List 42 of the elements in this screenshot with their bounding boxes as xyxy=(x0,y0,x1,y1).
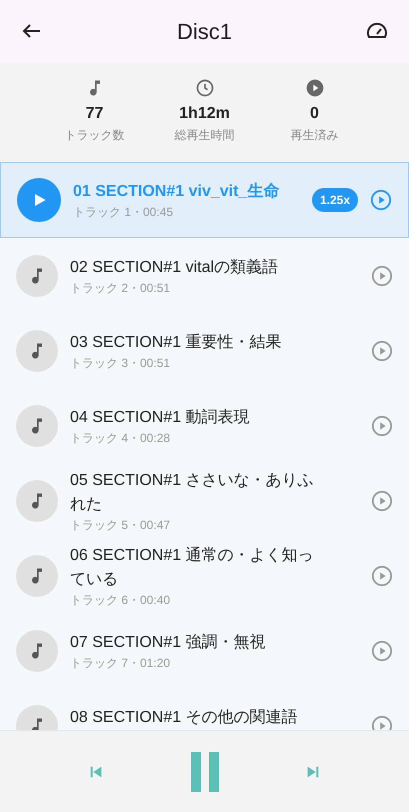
play-icon[interactable] xyxy=(371,564,393,586)
page-title: Disc1 xyxy=(176,18,232,46)
play-icon[interactable] xyxy=(371,490,393,512)
play-icon[interactable] xyxy=(371,414,393,436)
stat-value: 0 xyxy=(310,104,319,124)
play-icon[interactable] xyxy=(370,189,392,211)
play-icon[interactable] xyxy=(371,340,393,362)
stat-value: 1h12m xyxy=(179,104,230,124)
track-subtitle: トラック 3・00:51 xyxy=(70,354,172,370)
skip-next-icon xyxy=(305,764,321,780)
track-title: 06 SECTION#1 通常の・よく知っている xyxy=(70,546,315,590)
play-icon[interactable] xyxy=(371,714,393,730)
clock-icon xyxy=(194,78,214,98)
track-title: 08 SECTION#1 その他の関連語 xyxy=(70,708,299,728)
track-title: 07 SECTION#1 強調・無視 xyxy=(70,632,267,652)
play-icon[interactable] xyxy=(371,264,393,286)
track-row[interactable]: 06 SECTION#1 通常の・よく知っている トラック 6・00:40 xyxy=(0,538,409,613)
track-row[interactable]: 04 SECTION#1 動詞表現 トラック 4・00:28 xyxy=(0,388,409,463)
speed-badge: 1.25x xyxy=(312,188,358,212)
play-icon xyxy=(304,78,324,98)
stat-label: 総再生時間 xyxy=(174,127,234,144)
track-title: 04 SECTION#1 動詞表現 xyxy=(70,408,251,428)
track-subtitle: トラック 4・00:28 xyxy=(70,430,172,446)
stat-label: トラック数 xyxy=(64,127,124,144)
stat-label: 再生済み xyxy=(290,127,338,144)
skip-previous-icon xyxy=(88,764,104,780)
track-row[interactable]: 03 SECTION#1 重要性・結果 トラック 3・00:51 xyxy=(0,313,409,388)
play-icon[interactable] xyxy=(371,640,393,662)
track-row[interactable]: 07 SECTION#1 強調・無視 トラック 7・01:20 xyxy=(0,613,409,688)
track-subtitle: トラック 2・00:51 xyxy=(70,280,172,296)
track-subtitle: トラック 7・01:20 xyxy=(70,654,172,670)
track-row[interactable]: 02 SECTION#1 vitalの類義語 トラック 2・00:51 xyxy=(0,238,409,313)
track-subtitle: トラック 5・00:47 xyxy=(70,516,172,532)
track-title: 01 SECTION#1 viv_vit_生命 xyxy=(73,182,280,202)
track-title: 03 SECTION#1 重要性・結果 xyxy=(70,332,283,352)
play-button[interactable] xyxy=(17,178,61,222)
track-row[interactable]: 05 SECTION#1 ささいな・ありふれた トラック 5・00:47 xyxy=(0,463,409,538)
track-title: 05 SECTION#1 ささいな・ありふれた xyxy=(70,470,315,514)
track-title: 02 SECTION#1 vitalの類義語 xyxy=(70,258,280,278)
track-subtitle: トラック 6・00:40 xyxy=(70,592,172,608)
track-subtitle: トラック 1・00:45 xyxy=(73,204,174,220)
stat-value: 77 xyxy=(86,104,104,124)
